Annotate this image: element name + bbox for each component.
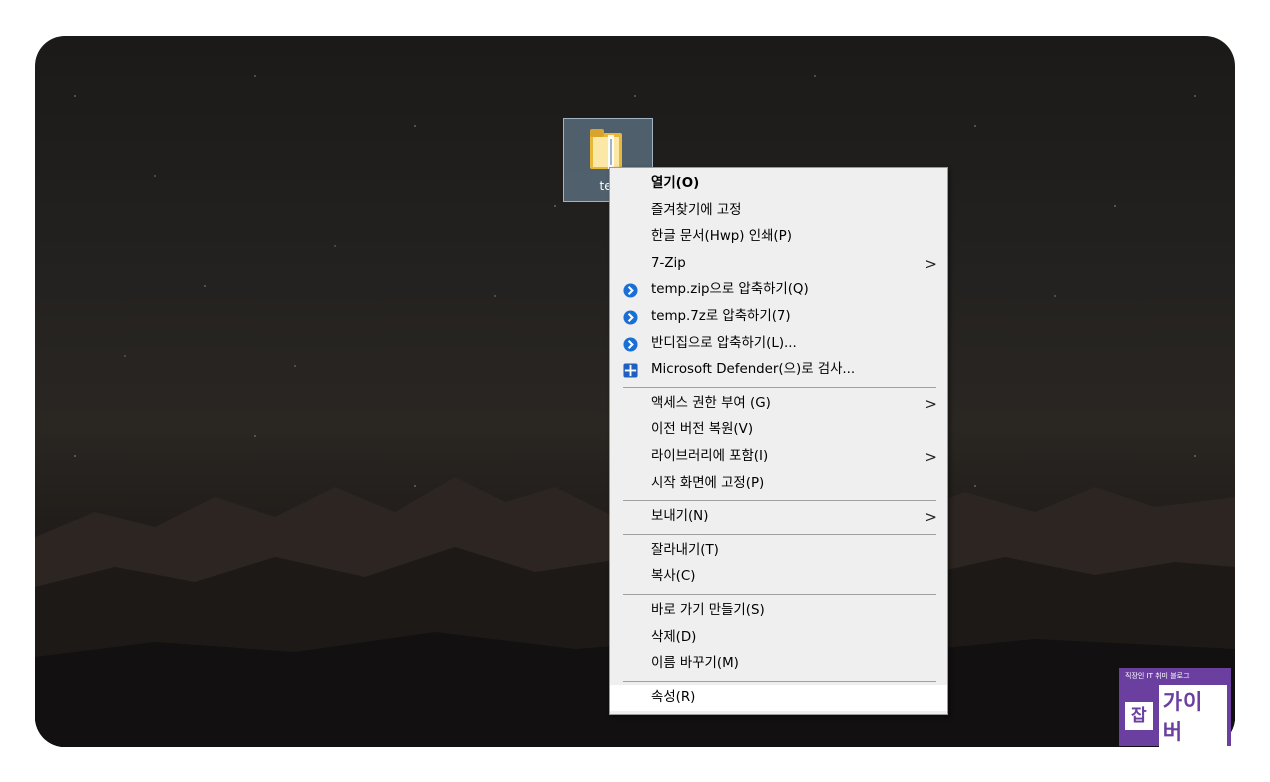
menu-item[interactable]: 즐겨찾기에 고정: [610, 198, 947, 225]
menu-item[interactable]: 열기(O): [610, 171, 947, 198]
chevron-right-icon: >: [924, 447, 937, 466]
menu-item-label: 액세스 권한 부여 (G): [651, 395, 771, 411]
menu-item-label: Microsoft Defender(으)로 검사...: [651, 362, 856, 378]
menu-item-label: 즐겨찾기에 고정: [651, 202, 742, 218]
menu-item-label: 이전 버전 복원(V): [651, 422, 754, 438]
menu-item-label: 시작 화면에 고정(P): [651, 475, 765, 491]
menu-item[interactable]: 삭제(D): [610, 625, 947, 652]
watermark-title: 가이버: [1158, 685, 1227, 747]
menu-item[interactable]: 복사(C): [610, 564, 947, 591]
watermark-bottom-text: 부동산 세금 자전거: [1125, 752, 1189, 761]
menu-item-label: 바로 가기 만들기(S): [651, 602, 765, 618]
watermark-top-text: 직장인 IT 취미 블로그: [1125, 672, 1190, 680]
chevron-right-icon: >: [924, 254, 937, 273]
menu-separator: [623, 386, 936, 388]
chevron-right-icon: >: [924, 508, 937, 527]
menu-item[interactable]: temp.7z로 압축하기(7): [610, 304, 947, 331]
menu-item-label: 라이브러리에 포함(I): [651, 448, 769, 464]
menu-item-label: 한글 문서(Hwp) 인쇄(P): [651, 229, 792, 245]
menu-item[interactable]: temp.zip으로 압축하기(Q): [610, 277, 947, 304]
menu-separator: [623, 680, 936, 682]
menu-item[interactable]: 보내기(N) >: [610, 504, 947, 531]
menu-item-label: 열기(O): [651, 176, 700, 191]
watermark-badge: 직장인 IT 취미 블로그 잡 가이버 부동산 세금 자전거: [1119, 668, 1231, 761]
menu-item-label: 이름 바꾸기(M): [651, 656, 739, 672]
menu-item[interactable]: 반디집으로 압축하기(L)...: [610, 331, 947, 358]
menu-item[interactable]: 액세스 권한 부여 (G) >: [610, 391, 947, 418]
menu-item-label: 삭제(D): [651, 629, 697, 645]
menu-item-label: 속성(R): [651, 689, 696, 705]
context-menu: 열기(O) 즐겨찾기에 고정한글 문서(Hwp) 인쇄(P) 7-Zip > temp.…: [609, 167, 948, 715]
menu-item-label: temp.7z로 압축하기(7): [651, 308, 791, 324]
menu-item-label: 복사(C): [651, 569, 696, 585]
menu-separator: [623, 533, 936, 535]
menu-item-label: temp.zip으로 압축하기(Q): [651, 282, 809, 298]
chevron-right-icon: >: [924, 394, 937, 413]
watermark-logo: 잡: [1125, 702, 1153, 730]
menu-item[interactable]: 한글 문서(Hwp) 인쇄(P): [610, 224, 947, 251]
menu-item[interactable]: 라이브러리에 포함(I) >: [610, 444, 947, 471]
menu-item-label: 반디집으로 압축하기(L)...: [651, 335, 797, 351]
menu-item-label: 잘라내기(T): [651, 542, 719, 558]
menu-separator: [623, 593, 936, 595]
menu-item[interactable]: 7-Zip >: [610, 251, 947, 278]
menu-item[interactable]: 시작 화면에 고정(P): [610, 471, 947, 498]
menu-item-label: 7-Zip: [651, 255, 686, 271]
defender-shield-icon: [623, 363, 638, 378]
bandizip-icon: [623, 337, 638, 352]
menu-item[interactable]: Microsoft Defender(으)로 검사...: [610, 357, 947, 384]
menu-separator: [623, 500, 936, 502]
menu-item[interactable]: 잘라내기(T): [610, 538, 947, 565]
menu-item[interactable]: 속성(R): [610, 684, 947, 712]
menu-item[interactable]: 이전 버전 복원(V): [610, 417, 947, 444]
bandizip-icon: [623, 283, 638, 298]
menu-item-label: 보내기(N): [651, 509, 709, 525]
menu-item[interactable]: 바로 가기 만들기(S): [610, 598, 947, 625]
folder-icon: [590, 129, 622, 169]
bandizip-icon: [623, 310, 638, 325]
menu-item[interactable]: 이름 바꾸기(M): [610, 651, 947, 678]
